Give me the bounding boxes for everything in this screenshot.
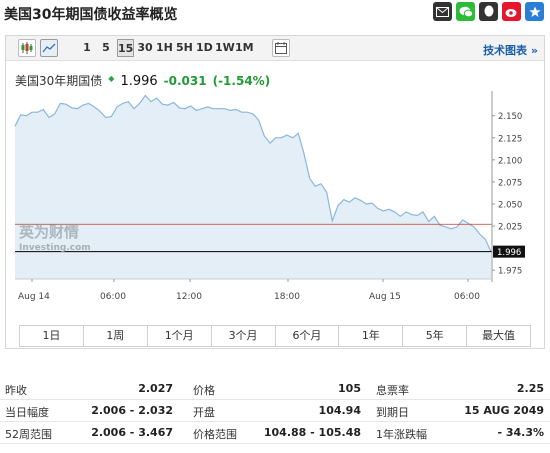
weibo-icon[interactable] xyxy=(502,2,521,21)
chat-icon[interactable] xyxy=(479,2,498,21)
range-max[interactable]: 最大值 xyxy=(467,326,530,346)
candlestick-chart-icon[interactable] xyxy=(18,39,36,57)
interval-1[interactable]: 1 xyxy=(81,39,93,57)
range-1w[interactable]: 1周 xyxy=(84,326,148,346)
yield-chart[interactable]: 2.150 2.125 2.100 2.075 2.050 2.025 1.975 1.996… xyxy=(6,91,544,323)
stat-value: 104.94 xyxy=(318,404,361,417)
watermark-en: Investing.com xyxy=(19,243,91,253)
technical-chart-link[interactable]: 技术图表 » xyxy=(483,42,538,58)
stat-row: 52周范围 2.006 - 3.467 价格范围 104.88 - 105.48… xyxy=(0,422,550,444)
mail-icon[interactable] xyxy=(433,2,452,21)
stat-value: - 34.3% xyxy=(497,426,544,439)
stat-label: 52周范围 xyxy=(5,428,52,441)
stat-value: 2.25 xyxy=(516,382,544,395)
y-tick-label: 2.050 xyxy=(498,200,522,210)
range-1y[interactable]: 1年 xyxy=(339,326,404,346)
calendar-icon[interactable] xyxy=(272,39,290,57)
stat-label: 到期日 xyxy=(376,406,409,419)
y-tick-label: 2.025 xyxy=(498,223,522,233)
line-chart-icon[interactable] xyxy=(40,39,58,57)
range-6m[interactable]: 6个月 xyxy=(276,326,340,346)
x-tick-label: 12:00 xyxy=(176,292,202,302)
x-tick-label: Aug 14 xyxy=(18,292,50,302)
stat-row: 当日幅度 2.006 - 2.032 开盘 104.94 到期日 15 AUG … xyxy=(0,400,550,422)
stat-label: 昨收 xyxy=(5,384,27,397)
interval-5[interactable]: 5 xyxy=(100,39,112,57)
x-tick-label: 06:00 xyxy=(454,292,480,302)
range-1m[interactable]: 1个月 xyxy=(148,326,212,346)
wechat-icon[interactable] xyxy=(456,2,475,21)
interval-1w[interactable]: 1W xyxy=(215,39,235,57)
stat-label: 息票率 xyxy=(376,384,409,397)
x-tick-label: 18:00 xyxy=(274,292,300,302)
quote-line: 美国30年期国债 ◆ 1.996 -0.031 (-1.54%) xyxy=(15,72,270,89)
stat-value: 15 AUG 2049 xyxy=(464,404,544,417)
stat-label: 价格 xyxy=(193,384,215,397)
stat-value: 104.88 - 105.48 xyxy=(263,426,361,439)
stat-label: 价格范围 xyxy=(193,428,237,441)
y-tick-label: 2.100 xyxy=(498,156,522,166)
stat-label: 开盘 xyxy=(193,406,215,419)
interval-1h[interactable]: 1H xyxy=(156,39,173,57)
stat-value: 105 xyxy=(338,382,361,395)
last-price-label: 1.996 xyxy=(497,248,521,258)
y-tick-label: 2.075 xyxy=(498,178,522,188)
price-change: -0.031 xyxy=(163,74,207,88)
interval-30[interactable]: 30 xyxy=(137,39,153,57)
range-3m[interactable]: 3个月 xyxy=(212,326,276,346)
watermark-cn: 英为财情 xyxy=(19,223,79,241)
y-tick-label: 1.975 xyxy=(498,267,522,277)
interval-5h[interactable]: 5H xyxy=(176,39,193,57)
range-selector: 1日 1周 1个月 3个月 6个月 1年 5年 最大值 xyxy=(19,325,531,347)
stat-value: 2.006 - 2.032 xyxy=(91,404,173,417)
price-change-percent: (-1.54%) xyxy=(212,74,271,88)
instrument-name: 美国30年期国债 xyxy=(15,74,103,88)
range-1d[interactable]: 1日 xyxy=(20,326,84,346)
interval-15[interactable]: 15 xyxy=(117,39,134,57)
direction-diamond-icon: ◆ xyxy=(108,74,115,83)
stat-row: 昨收 2.027 价格 105 息票率 2.25 xyxy=(0,378,550,400)
share-icons xyxy=(433,2,544,21)
y-tick-label: 2.150 xyxy=(498,112,522,122)
x-tick-label: Aug 15 xyxy=(369,292,401,302)
last-price: 1.996 xyxy=(120,74,158,89)
interval-1m[interactable]: 1M xyxy=(235,39,254,57)
stat-label: 当日幅度 xyxy=(5,406,49,419)
chart-panel: 1 5 15 30 1H 5H 1D 1W 1M 技术图表 » 美国30年期国债… xyxy=(5,35,545,349)
stat-label: 1年涨跌幅 xyxy=(376,428,427,441)
star-icon[interactable] xyxy=(525,2,544,21)
title-bar: 美国30年期国债收益率概览 xyxy=(0,0,550,26)
page-title: 美国30年期国债收益率概览 xyxy=(4,7,178,23)
x-tick-label: 06:00 xyxy=(100,292,126,302)
range-5y[interactable]: 5年 xyxy=(403,326,468,346)
stat-value: 2.027 xyxy=(138,382,173,395)
stat-value: 2.006 - 3.467 xyxy=(91,426,173,439)
interval-1d[interactable]: 1D xyxy=(196,39,213,57)
chart-toolbar: 1 5 15 30 1H 5H 1D 1W 1M 技术图表 » xyxy=(6,36,544,61)
y-tick-label: 2.125 xyxy=(498,134,522,144)
